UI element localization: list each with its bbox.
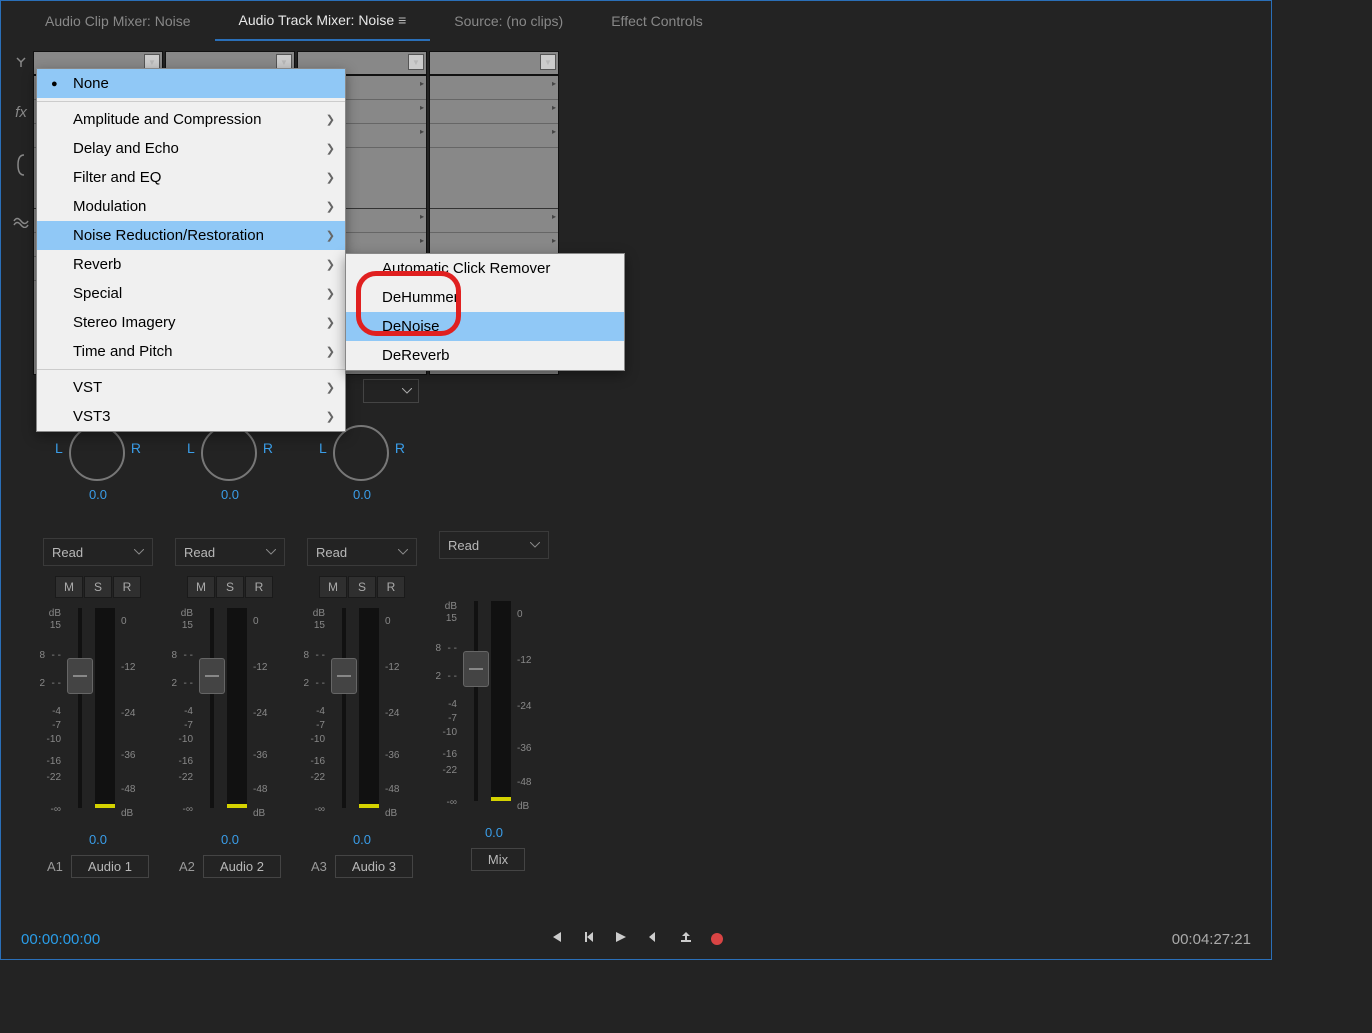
footer-bar: 00:00:00:00 00:04:27:21 <box>1 919 1271 959</box>
track-id: A2 <box>179 859 195 874</box>
fader-slider[interactable] <box>342 608 346 808</box>
step-back-icon[interactable] <box>581 930 595 948</box>
pan-knob[interactable] <box>69 425 125 481</box>
automation-mode-dropdown[interactable]: Read <box>439 531 549 559</box>
menu-item-reverb[interactable]: Reverb❯ <box>37 250 345 279</box>
chevron-down-icon[interactable]: ▼ <box>408 54 424 70</box>
fader-thumb[interactable] <box>67 658 93 694</box>
track-label-row: A1 Audio 1 <box>47 855 149 878</box>
menu-divider <box>37 369 345 370</box>
track-name[interactable]: Mix <box>471 848 525 871</box>
track-mix: ▼ ▸▸▸ ▸▸▸ Read dB15- -8- -2-4-7-10-16-22… <box>429 49 559 906</box>
submenu-item-dehummer[interactable]: DeHummer <box>346 283 624 312</box>
pan-left-label: L <box>55 440 63 456</box>
track-name[interactable]: Audio 3 <box>335 855 413 878</box>
track-name[interactable]: Audio 2 <box>203 855 281 878</box>
menu-item-amplitude[interactable]: Amplitude and Compression❯ <box>37 105 345 134</box>
output-dropdown[interactable] <box>363 379 419 403</box>
caret-icon[interactable] <box>14 53 28 72</box>
bracket-icon[interactable] <box>14 153 28 182</box>
mute-button[interactable]: M <box>319 576 347 598</box>
pan-value[interactable]: 0.0 <box>89 487 107 502</box>
record-button[interactable]: R <box>377 576 405 598</box>
fader-slider[interactable] <box>474 601 478 801</box>
tab-source[interactable]: Source: (no clips) <box>430 1 587 41</box>
level-meter <box>359 608 379 808</box>
level-meter <box>95 608 115 808</box>
menu-item-filter[interactable]: Filter and EQ❯ <box>37 163 345 192</box>
tab-menu-icon[interactable]: ≡ <box>398 12 406 28</box>
automation-mode-dropdown[interactable]: Read <box>307 538 417 566</box>
menu-item-none[interactable]: None <box>37 69 345 98</box>
fx-insert-dropdown[interactable]: ▼ <box>429 51 559 75</box>
menu-item-vst3[interactable]: VST3❯ <box>37 402 345 431</box>
panel-tabs: Audio Clip Mixer: Noise Audio Track Mixe… <box>1 1 1271 41</box>
menu-item-noise-reduction[interactable]: Noise Reduction/Restoration❯ <box>37 221 345 250</box>
automation-mode-dropdown[interactable]: Read <box>43 538 153 566</box>
chevron-down-icon[interactable]: ▼ <box>540 54 556 70</box>
pan-left-label: L <box>319 440 327 456</box>
pan-right-label: R <box>131 440 141 456</box>
menu-item-delay[interactable]: Delay and Echo❯ <box>37 134 345 163</box>
track-id: A1 <box>47 859 63 874</box>
submenu-item-auto-click-remover[interactable]: Automatic Click Remover <box>346 254 624 283</box>
pan-value[interactable]: 0.0 <box>221 487 239 502</box>
export-icon[interactable] <box>679 930 693 948</box>
menu-divider <box>37 101 345 102</box>
go-to-in-icon[interactable] <box>549 930 563 948</box>
record-icon[interactable] <box>711 933 723 945</box>
fader-slider[interactable] <box>78 608 82 808</box>
record-button[interactable]: R <box>245 576 273 598</box>
tab-label: Audio Track Mixer: Noise <box>239 12 395 28</box>
solo-button[interactable]: S <box>84 576 112 598</box>
pan-value[interactable]: 0.0 <box>353 487 371 502</box>
menu-item-vst[interactable]: VST❯ <box>37 373 345 402</box>
menu-item-modulation[interactable]: Modulation❯ <box>37 192 345 221</box>
level-meter <box>491 601 511 801</box>
loop-icon[interactable] <box>645 930 661 948</box>
menu-item-time-pitch[interactable]: Time and Pitch❯ <box>37 337 345 366</box>
fader-thumb[interactable] <box>331 658 357 694</box>
solo-button[interactable]: S <box>216 576 244 598</box>
submenu-item-dereverb[interactable]: DeReverb <box>346 341 624 370</box>
wave-icon[interactable] <box>13 214 29 233</box>
track-id: A3 <box>311 859 327 874</box>
level-value[interactable]: 0.0 <box>353 832 371 847</box>
fader-thumb[interactable] <box>463 651 489 687</box>
fader-section: dB15 - -8 - -2 -4-7 -10-16 -22-∞ 0-12 -2… <box>33 608 163 826</box>
record-button[interactable]: R <box>113 576 141 598</box>
mute-button[interactable]: M <box>187 576 215 598</box>
play-icon[interactable] <box>613 930 627 948</box>
mute-button[interactable]: M <box>55 576 83 598</box>
fx-category-menu: None Amplitude and Compression❯ Delay an… <box>36 68 346 432</box>
pan-knob[interactable] <box>333 425 389 481</box>
pan-right-label: R <box>395 440 405 456</box>
fader-slider[interactable] <box>210 608 214 808</box>
tab-audio-clip-mixer[interactable]: Audio Clip Mixer: Noise <box>21 1 215 41</box>
fx-icon[interactable]: fx <box>15 104 27 121</box>
menu-item-stereo-imagery[interactable]: Stereo Imagery❯ <box>37 308 345 337</box>
level-meter <box>227 608 247 808</box>
tab-effect-controls[interactable]: Effect Controls <box>587 1 727 41</box>
fx-submenu-noise-reduction: Automatic Click Remover DeHummer DeNoise… <box>345 253 625 371</box>
fader-scale-left: dB15 - -8 - -2 -4-7 -10-16 -22-∞ <box>33 608 67 826</box>
transport-controls <box>549 930 723 948</box>
solo-button[interactable]: S <box>348 576 376 598</box>
menu-item-special[interactable]: Special❯ <box>37 279 345 308</box>
fader-scale-right: 0-12 -24-36 -48dB <box>115 608 151 826</box>
left-icon-rail: fx <box>9 49 33 906</box>
tab-audio-track-mixer[interactable]: Audio Track Mixer: Noise ≡ <box>215 1 431 41</box>
automation-mode-dropdown[interactable]: Read <box>175 538 285 566</box>
submenu-item-denoise[interactable]: DeNoise <box>346 312 624 341</box>
level-value[interactable]: 0.0 <box>221 832 239 847</box>
level-value[interactable]: 0.0 <box>89 832 107 847</box>
timecode-out[interactable]: 00:04:27:21 <box>1172 931 1251 948</box>
timecode-in[interactable]: 00:00:00:00 <box>21 931 100 948</box>
level-value[interactable]: 0.0 <box>485 825 503 840</box>
fader-thumb[interactable] <box>199 658 225 694</box>
track-name[interactable]: Audio 1 <box>71 855 149 878</box>
pan-right-label: R <box>263 440 273 456</box>
pan-knob[interactable] <box>201 425 257 481</box>
pan-left-label: L <box>187 440 195 456</box>
